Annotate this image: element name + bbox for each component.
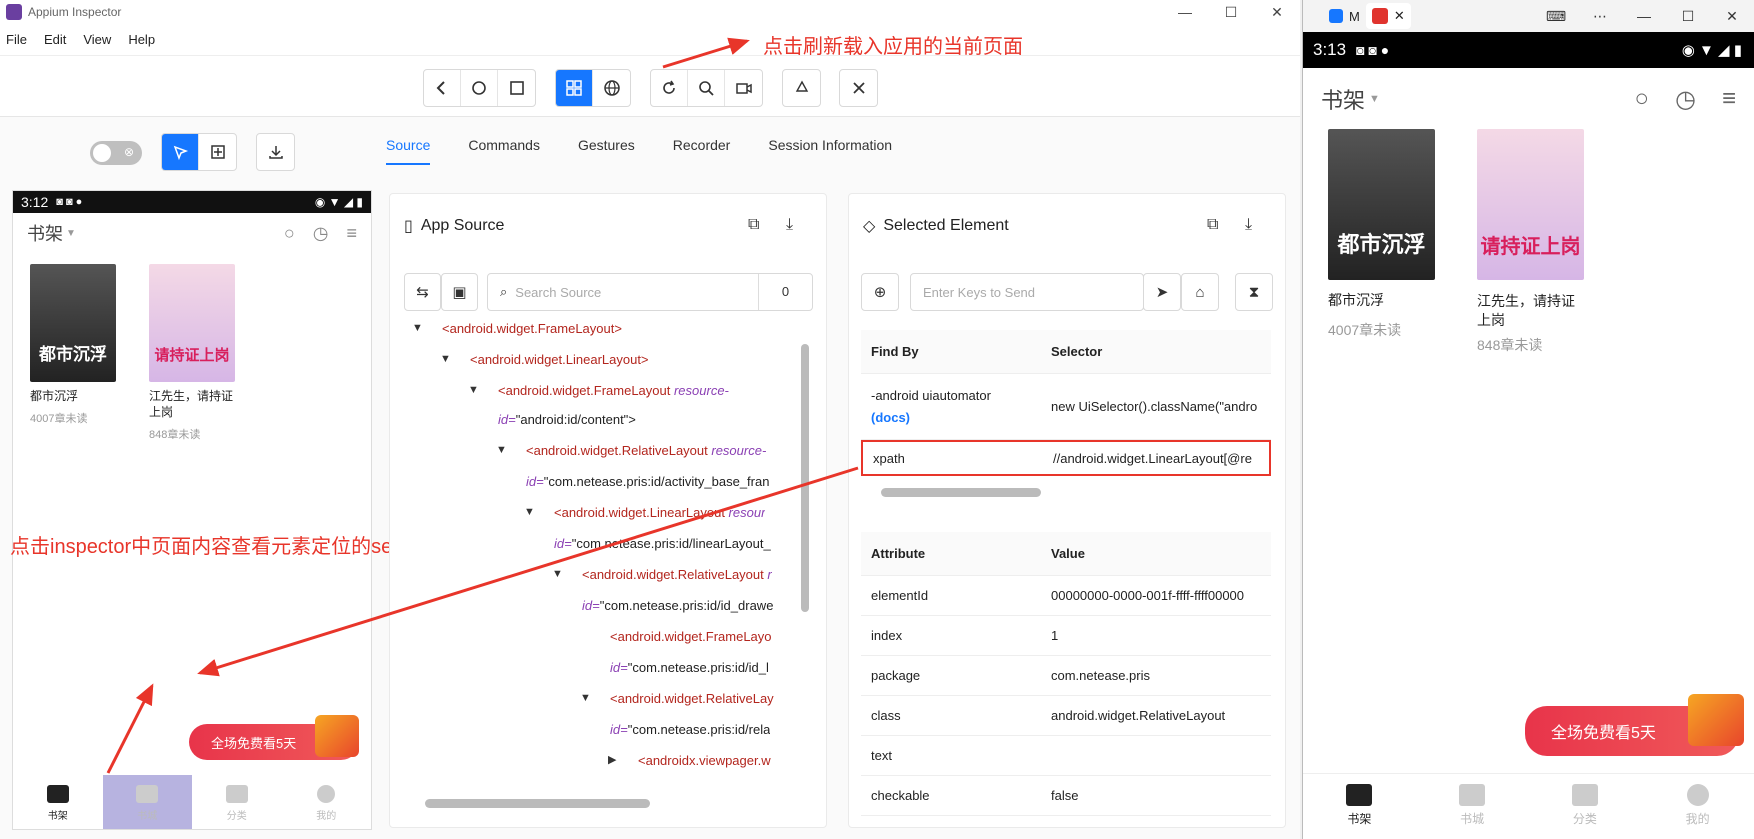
tab-m[interactable]: M (1323, 3, 1366, 29)
shelf-title[interactable]: 书架 (1321, 83, 1365, 115)
book-unread: 4007章未读 (1328, 322, 1402, 338)
phone-status-bar: 3:13 ◙ ◙ ● ◉ ▼ ◢ ▮ (1303, 32, 1754, 68)
nav-category[interactable]: 分类 (1529, 774, 1642, 839)
arrow-refresh (662, 37, 750, 69)
nav-label: 我的 (1685, 812, 1710, 826)
arrow-bookstore (106, 683, 154, 774)
reader-app-icon (1371, 8, 1388, 24)
gift-icon (1688, 694, 1744, 746)
user-icon (1686, 784, 1709, 806)
phone-header: 书架 ▼ ○ ◷ ≡ (1303, 68, 1754, 130)
book-title: 江先生，请持证 (1477, 293, 1575, 309)
book-cover: 请持证上岗 (1477, 129, 1584, 280)
book-icon (1459, 784, 1486, 806)
book-title: 都市沉浮 (1328, 292, 1384, 308)
nav-bookstore[interactable]: 书城 (1416, 774, 1529, 839)
search-icon[interactable]: ○ (1635, 85, 1650, 114)
minimize-icon[interactable]: — (1622, 8, 1666, 25)
phone-bottom-nav: 书架 书城 分类 我的 (1303, 773, 1754, 839)
more-icon[interactable]: ⋯ (1578, 8, 1622, 25)
nav-label: 分类 (1572, 812, 1597, 826)
signal-battery-icon: ◉ ▼ ◢ ▮ (1681, 42, 1742, 59)
book-unread: 848章未读 (1477, 337, 1543, 353)
close-icon[interactable]: ✕ (1394, 8, 1405, 24)
phone-mirror-window: M ✕ ⌨ ⋯ — ☐ ✕ 3:13 ◙ ◙ ● ◉ ▼ ◢ ▮ 书架 ▼ ○ ◷… (1302, 0, 1754, 839)
tab-label: M (1349, 8, 1360, 24)
nav-mine[interactable]: 我的 (1641, 774, 1754, 839)
close-icon[interactable]: ✕ (1710, 8, 1754, 25)
book-title-line2: 上岗 (1477, 312, 1505, 328)
nav-label: 书架 (1347, 812, 1372, 826)
history-icon[interactable]: ◷ (1675, 85, 1696, 114)
status-icons: ◙ ◙ ● (1356, 42, 1390, 58)
cover-title: 请持证上岗 (1480, 235, 1581, 258)
promo-text: 全场免费看5天 (1551, 725, 1656, 742)
category-icon (1571, 784, 1598, 806)
phone-window-tabs: M ✕ ⌨ ⋯ — ☐ ✕ (1303, 0, 1754, 32)
book-cover: 都市沉浮 (1328, 129, 1435, 280)
phone-time: 3:13 (1313, 40, 1347, 59)
dropdown-icon: ▼ (1369, 93, 1380, 105)
shelf-icon (1346, 784, 1373, 806)
book-item[interactable]: 都市沉浮 都市沉浮 4007章未读 (1328, 129, 1435, 340)
appium-window: Appium Inspector — ☐ ✕ File Edit View He… (0, 0, 1300, 839)
arrow-xpath (197, 466, 859, 677)
tab-reader[interactable]: ✕ (1365, 3, 1411, 29)
menu-icon[interactable]: ≡ (1722, 85, 1736, 114)
book-item[interactable]: 请持证上岗 江先生，请持证上岗 848章未读 (1477, 129, 1584, 355)
maximize-icon[interactable]: ☐ (1666, 8, 1710, 25)
cover-title: 都市沉浮 (1337, 231, 1426, 257)
nav-label: 书城 (1460, 812, 1485, 826)
keyboard-icon[interactable]: ⌨ (1534, 8, 1578, 25)
nav-shelf[interactable]: 书架 (1303, 774, 1416, 839)
annotation-arrows (106, 37, 859, 774)
app-icon (1329, 9, 1343, 23)
